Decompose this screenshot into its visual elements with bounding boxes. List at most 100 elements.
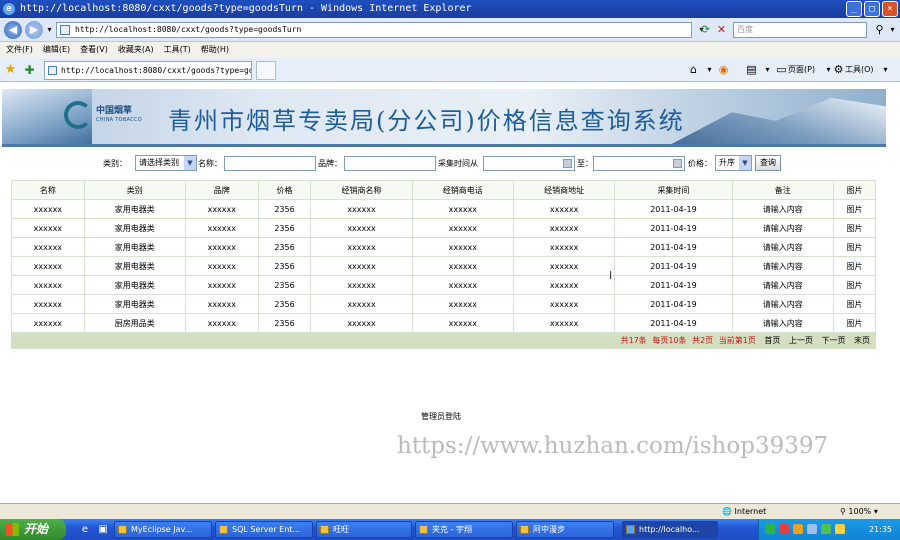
table-cell: xxxxxx [310,199,413,219]
task-ie[interactable]: http://localho... [622,521,718,538]
table-cell[interactable]: 图片 [832,294,877,314]
maximize-button[interactable]: □ [864,1,880,17]
table-cell: xxxxxx [512,218,616,238]
calendar-icon[interactable] [563,159,572,168]
table-cell: 2011-04-19 [614,199,733,219]
menu-view[interactable]: 查看(V) [80,42,108,58]
refresh-icon[interactable]: ⟳ [698,22,713,38]
table-cell[interactable]: 图片 [832,237,877,257]
table-row: xxxxxx 厨房用品类 xxxxxx 2356 xxxxxx xxxxxx xxxxxx 2… [11,313,877,333]
task-wangwang[interactable]: 旺旺 [316,521,412,538]
table-cell[interactable]: 图片 [832,218,877,238]
search-options-icon[interactable]: ▾ [885,22,900,38]
menu-tools[interactable]: 工具(T) [164,42,191,58]
task-chat[interactable]: 夹克 - 宇翔 [415,521,513,538]
prev-page-link[interactable]: 上一页 [789,336,813,345]
table-row: xxxxxx 家用电器类 xxxxxx 2356 xxxxxx xxxxxx xxxxxx 2… [11,256,877,276]
feeds-icon[interactable]: ◉ [716,62,731,78]
clock: 21:35 [868,525,892,534]
tab-row: ★ ✚ http://localhost:8080/cxxt/goods?typ… [0,58,900,82]
table-cell[interactable]: 图片 [832,313,877,333]
address-bar[interactable]: http://localhost:8080/cxxt/goods?type=go… [56,22,692,38]
table-cell: 2356 [257,275,312,295]
menu-help[interactable]: 帮助(H) [201,42,229,58]
task-myeclipse[interactable]: MyEclipse Jav... [114,521,212,538]
goods-table: 名称 类别 品牌 价格 经销商名称 经销商电话 经销商地址 采集时间 备注 图片… [11,180,877,333]
tray-volume-icon[interactable] [807,524,817,534]
last-page-link[interactable]: 末页 [854,336,870,345]
table-cell: xxxxxx [310,237,413,257]
current-page: 当前第1页 [718,336,756,345]
first-page-link[interactable]: 首页 [764,336,780,345]
quicklaunch-desktop-icon[interactable]: ▣ [96,523,110,537]
close-button[interactable]: × [882,1,898,17]
search-input[interactable]: 百度 [733,22,867,38]
category-label: 类别： [103,159,127,168]
print-icon[interactable]: ▤ [744,62,759,78]
status-bar: 🌐 Internet ⚲ 100% ▾ [0,503,900,519]
tray-misc-icon[interactable] [835,524,845,534]
table-cell[interactable]: 图片 [832,256,877,276]
price-order-select[interactable]: 升序 ▼ [715,155,752,171]
add-favorite-icon[interactable]: ✚ [22,62,37,78]
new-tab-button[interactable] [256,61,276,80]
minimize-button[interactable]: _ [846,1,862,17]
tray-qq-icon[interactable] [821,524,831,534]
history-dropdown-icon[interactable]: ▾ [42,22,57,38]
table-cell: xxxxxx [11,294,85,314]
column-header: 经销商名称 [310,180,413,200]
zoom-level[interactable]: ⚲ 100% ▾ [840,504,878,519]
column-header: 价格 [257,180,312,200]
quicklaunch-ie-icon[interactable]: e [78,523,92,537]
page-menu[interactable]: 页面(P) [788,63,815,77]
table-cell: 2011-04-19 [614,218,733,238]
tray-network-icon[interactable] [765,524,775,534]
table-cell[interactable]: 图片 [832,275,877,295]
home-icon[interactable]: ⌂ [686,62,701,78]
tools-dropdown-icon[interactable]: ▾ [878,62,893,78]
next-page-link[interactable]: 下一页 [821,336,845,345]
tray-app-icon[interactable] [793,524,803,534]
name-input[interactable] [224,156,316,171]
task-folder[interactable]: 阿中漫步 [516,521,614,538]
table-row: xxxxxx 家用电器类 xxxxxx 2356 xxxxxx xxxxxx xxxxxx 2… [11,218,877,238]
price-order-value: 升序 [719,158,735,167]
table-cell: xxxxxx [411,237,514,257]
back-button[interactable]: ◀ [4,21,22,39]
table-cell: 家用电器类 [83,237,186,257]
table-cell: 家用电器类 [83,199,186,219]
table-cell: xxxxxx [310,275,413,295]
window-title-bar[interactable]: e http://localhost:8080/cxxt/goods?type=… [0,0,900,18]
table-cell[interactable]: 图片 [832,199,877,219]
tray-antivirus-icon[interactable] [779,524,789,534]
menu-edit[interactable]: 编辑(E) [43,42,70,58]
menu-favorites[interactable]: 收藏夹(A) [118,42,154,58]
page-menu-icon: ▭ [776,63,787,76]
time-from-input[interactable] [483,156,575,171]
table-row: xxxxxx 家用电器类 xxxxxx 2356 xxxxxx xxxxxx xxxxxx 2… [11,275,877,295]
start-button[interactable]: 开始 [0,519,66,540]
table-cell: xxxxxx [411,256,514,276]
table-cell: xxxxxx [184,256,259,276]
favorites-star-icon[interactable]: ★ [3,62,18,78]
search-button[interactable]: 查询 [755,155,781,171]
task-sqlserver[interactable]: SQL Server Ent... [215,521,313,538]
category-select[interactable]: 请选择类别 ▼ [135,155,197,171]
table-cell: 请输入内容 [731,313,834,333]
calendar-icon[interactable] [673,159,682,168]
chevron-down-icon: ▼ [739,156,751,170]
admin-login-link[interactable]: 管理员登陆 [421,411,461,422]
home-dropdown-icon[interactable]: ▾ [702,62,717,78]
table-cell: xxxxxx [11,218,85,238]
table-cell: 2011-04-19 [614,313,733,333]
browser-tab[interactable]: http://localhost:8080/cxxt/goods?type=go… [44,61,252,80]
forward-button[interactable]: ▶ [25,21,43,39]
stop-icon[interactable]: ✕ [714,22,729,38]
time-to-input[interactable] [593,156,685,171]
menu-file[interactable]: 文件(F) [6,42,33,58]
windows-logo-icon [6,523,19,536]
table-cell: xxxxxx [411,199,514,219]
tools-menu[interactable]: 工具(O) [845,63,874,77]
brand-input[interactable] [344,156,436,171]
print-dropdown-icon[interactable]: ▾ [760,62,775,78]
